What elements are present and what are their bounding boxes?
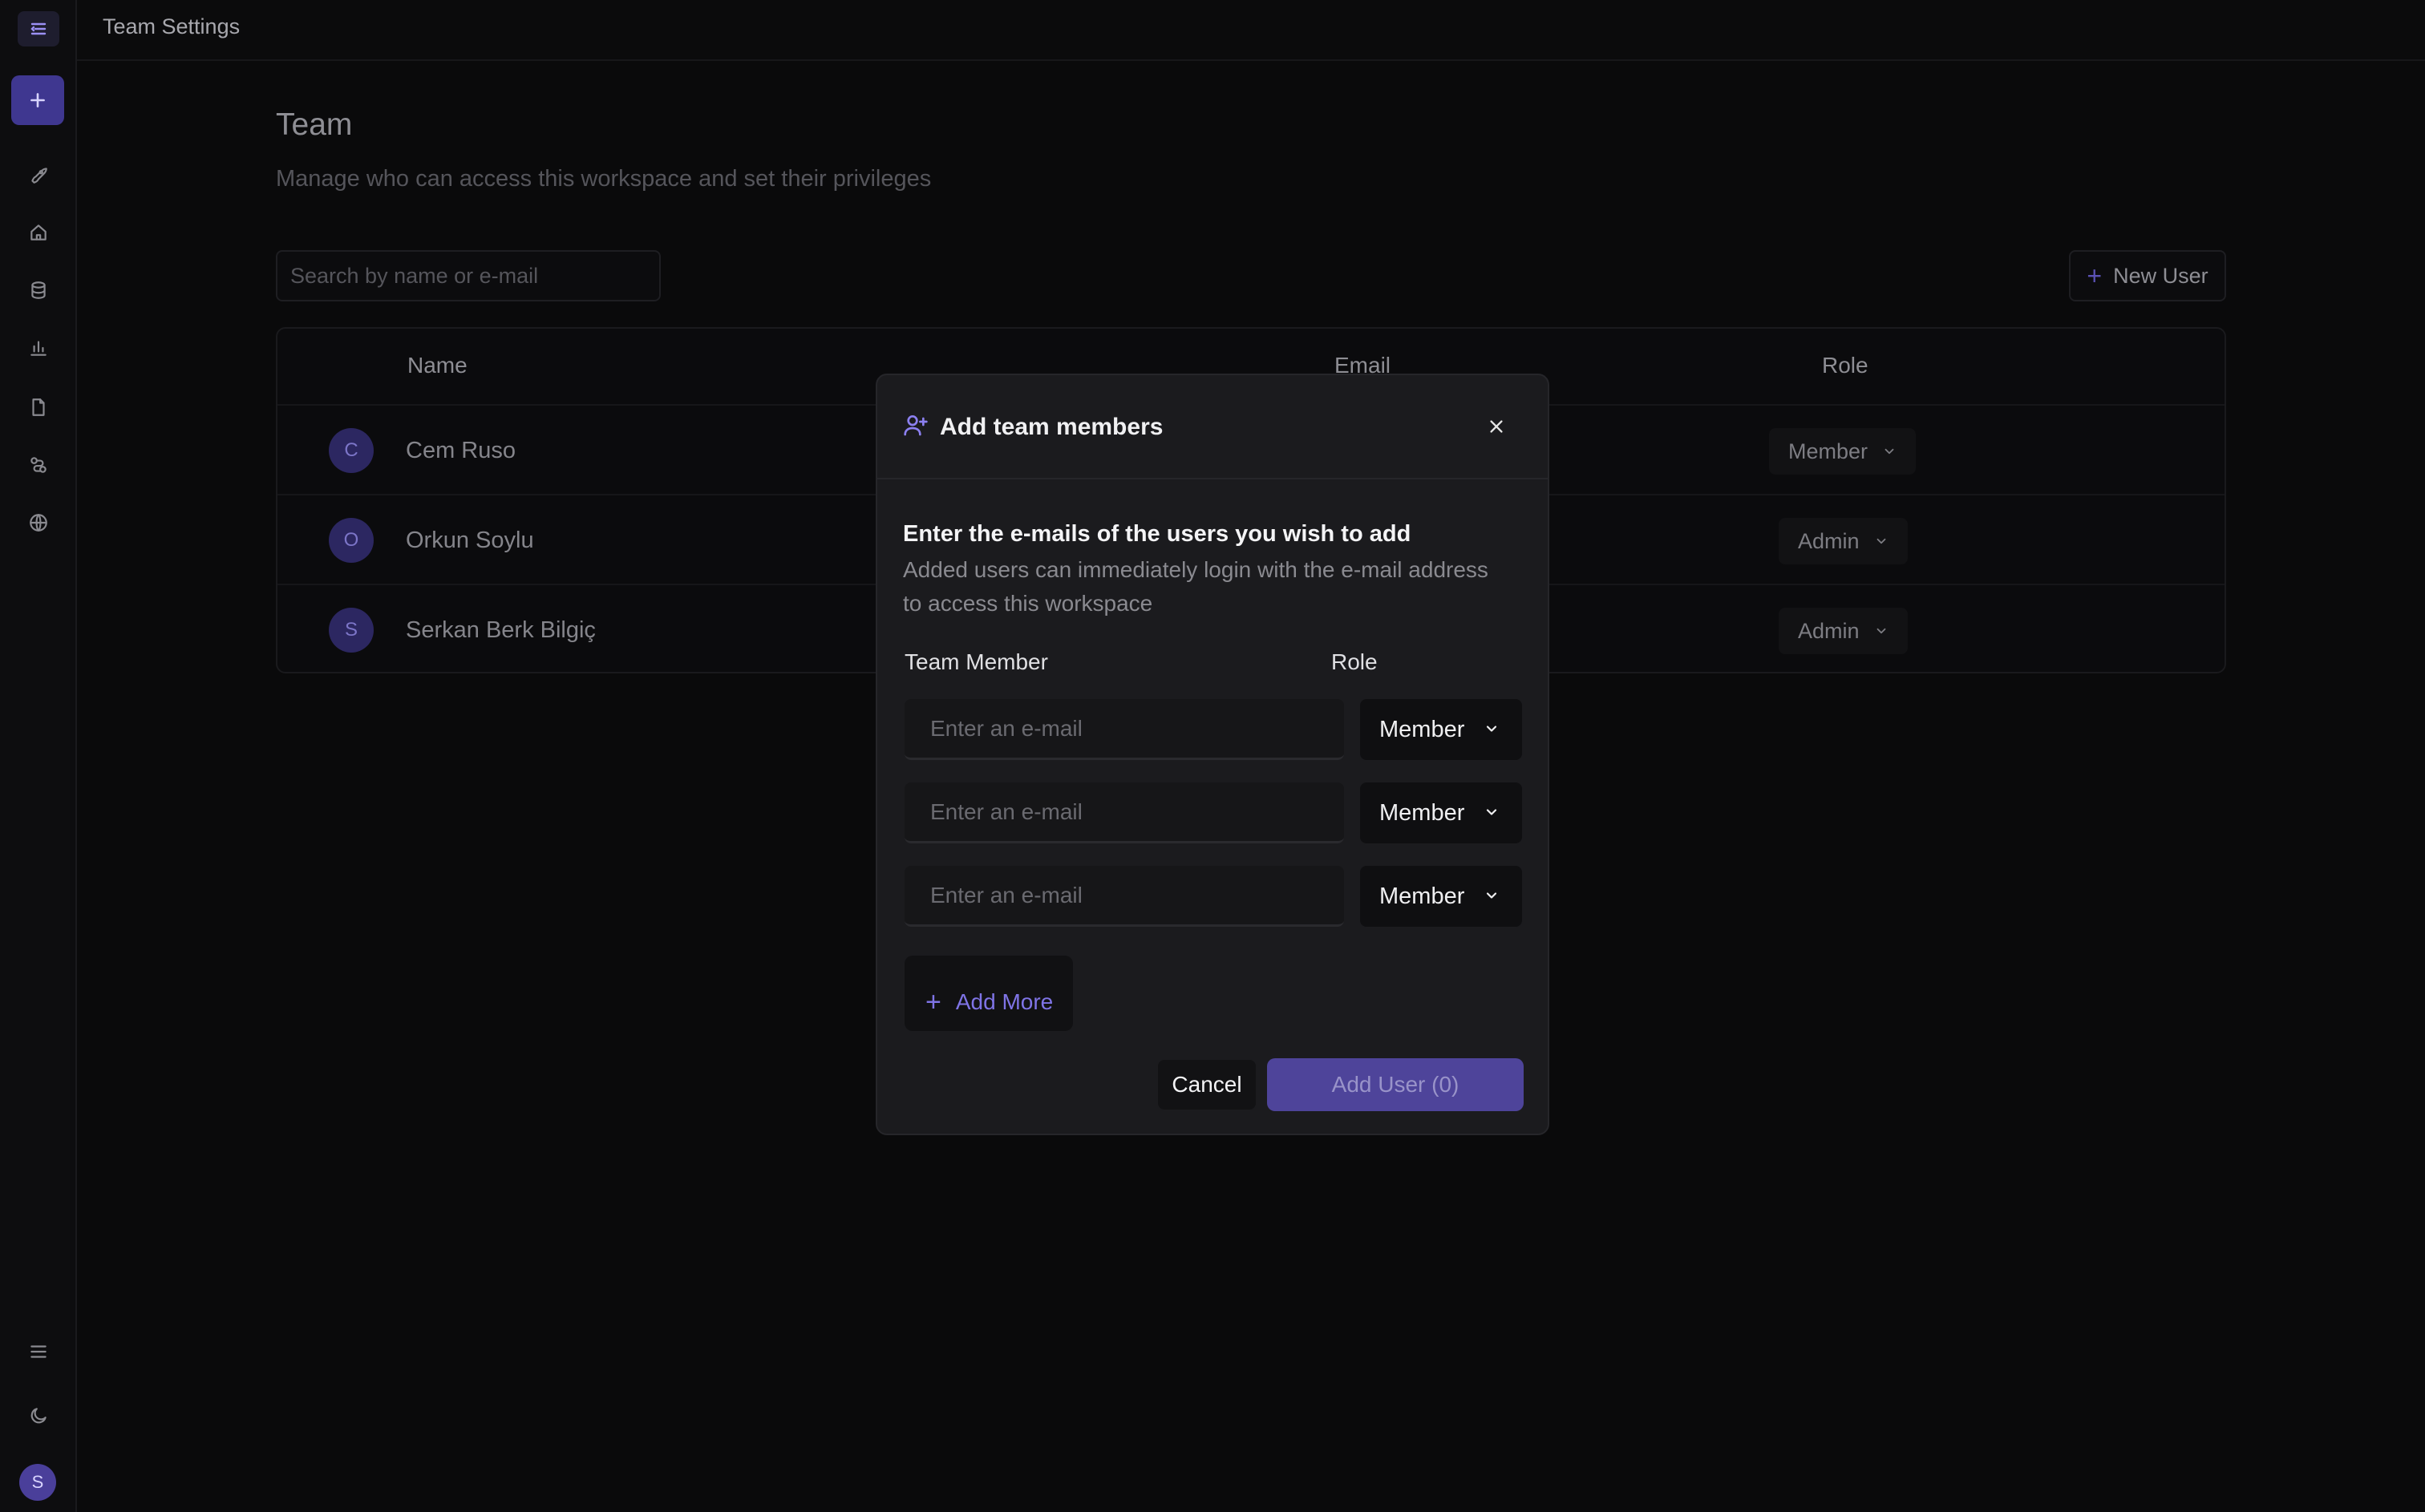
sidebar: S bbox=[0, 0, 77, 1512]
moon-icon[interactable] bbox=[24, 1401, 53, 1430]
role-value: Admin bbox=[1798, 528, 1860, 553]
add-more-label: Add More bbox=[955, 989, 1054, 1014]
role-value: Admin bbox=[1798, 618, 1860, 643]
role-dropdown[interactable]: Member bbox=[1769, 428, 1917, 475]
user-plus-icon bbox=[903, 412, 929, 438]
role-value: Member bbox=[1379, 716, 1465, 742]
email-field[interactable] bbox=[905, 866, 1344, 927]
plus-icon: + bbox=[925, 987, 941, 1017]
role-dropdown[interactable]: Admin bbox=[1779, 608, 1908, 654]
document-icon[interactable] bbox=[24, 393, 53, 422]
avatar[interactable]: S bbox=[19, 1464, 56, 1501]
dialog-heading: Enter the e-mails of the users you wish … bbox=[903, 521, 1411, 547]
avatar: O bbox=[329, 518, 374, 563]
chevron-down-icon bbox=[1874, 529, 1889, 554]
menu-collapse-icon[interactable] bbox=[18, 11, 59, 46]
add-team-members-dialog: Add team members Enter the e-mails of th… bbox=[876, 374, 1549, 1135]
new-user-label: New User bbox=[2113, 263, 2208, 288]
plus-icon[interactable] bbox=[11, 75, 64, 125]
email-field[interactable] bbox=[905, 782, 1344, 843]
dialog-title: Add team members bbox=[940, 414, 1164, 440]
role-select[interactable]: Member bbox=[1360, 866, 1522, 927]
role-label: Role bbox=[1331, 649, 1378, 674]
database-icon[interactable] bbox=[24, 276, 53, 305]
cancel-button[interactable]: Cancel bbox=[1158, 1060, 1256, 1110]
add-more-button[interactable]: + Add More bbox=[905, 956, 1073, 1031]
new-user-button[interactable]: + New User bbox=[2069, 250, 2226, 301]
chevron-down-icon bbox=[1882, 439, 1897, 464]
role-select[interactable]: Member bbox=[1360, 699, 1522, 760]
chevron-down-icon bbox=[1484, 883, 1500, 910]
role-value: Member bbox=[1379, 883, 1465, 909]
role-select[interactable]: Member bbox=[1360, 782, 1522, 843]
role-value: Member bbox=[1379, 799, 1465, 826]
role-dropdown[interactable]: Admin bbox=[1779, 518, 1908, 564]
globe-icon[interactable] bbox=[24, 508, 53, 537]
chevron-down-icon bbox=[1484, 717, 1500, 743]
role-value: Member bbox=[1788, 439, 1868, 463]
connections-icon[interactable] bbox=[24, 451, 53, 479]
dialog-description: Added users can immediately login with t… bbox=[903, 557, 1488, 616]
chevron-down-icon bbox=[1484, 800, 1500, 827]
chevron-down-icon bbox=[1874, 619, 1889, 644]
home-icon[interactable] bbox=[24, 218, 53, 247]
chart-icon[interactable] bbox=[24, 334, 53, 362]
avatar: S bbox=[329, 608, 374, 653]
plus-icon: + bbox=[2087, 261, 2103, 290]
team-member-label: Team Member bbox=[905, 649, 1048, 674]
dialog-header: Add team members bbox=[877, 375, 1548, 479]
hamburger-icon[interactable] bbox=[24, 1337, 53, 1366]
column-header-name: Name bbox=[407, 353, 468, 378]
user-name: Orkun Soylu bbox=[406, 528, 534, 553]
search-input[interactable] bbox=[276, 250, 661, 301]
rocket-icon[interactable] bbox=[24, 160, 53, 189]
page-title: Team bbox=[276, 107, 353, 142]
close-icon[interactable] bbox=[1480, 410, 1512, 443]
user-name: Serkan Berk Bilgiç bbox=[406, 617, 596, 643]
header-title: Team Settings bbox=[103, 14, 241, 38]
avatar: C bbox=[329, 428, 374, 473]
user-name: Cem Ruso bbox=[406, 438, 516, 463]
top-bar: Team Settings bbox=[77, 0, 2425, 61]
email-field[interactable] bbox=[905, 699, 1344, 760]
page-subtitle: Manage who can access this workspace and… bbox=[276, 166, 932, 192]
add-user-button[interactable]: Add User (0) bbox=[1267, 1058, 1524, 1111]
column-header-role: Role bbox=[1822, 353, 1868, 378]
